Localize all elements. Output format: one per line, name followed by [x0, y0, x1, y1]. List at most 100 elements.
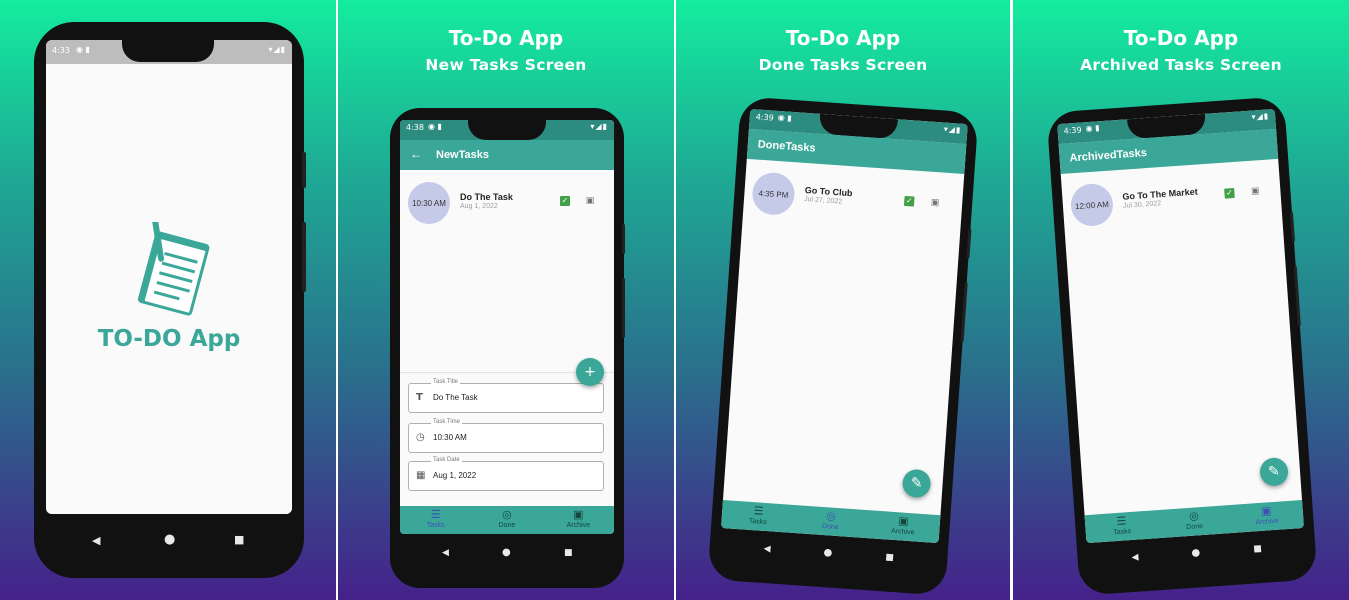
splash-body: TO-DO App: [46, 64, 292, 514]
task-time-label: Task Time: [431, 419, 463, 425]
signal-icons: ▾◢▮: [1251, 111, 1270, 122]
power-button: [966, 228, 972, 259]
add-task-sheet: Task Title T Do The Task Task Time ◷ 10:…: [400, 372, 614, 506]
nav-recents-icon[interactable]: ■: [1253, 544, 1262, 555]
check-circle-icon: ◎: [502, 509, 512, 521]
tab-tasks-label: Tasks: [426, 522, 445, 529]
archive-icon[interactable]: ▣: [585, 196, 595, 206]
nav-back-icon[interactable]: ◀: [763, 544, 771, 554]
panel-archived-tasks: To-Do App Archived Tasks Screen 4:39 ◉ ▮…: [1013, 0, 1349, 600]
volume-button: [1293, 265, 1301, 326]
tab-tasks[interactable]: ☰ Tasks: [400, 506, 471, 529]
tab-tasks-label: Tasks: [748, 517, 768, 527]
tab-tasks-label: Tasks: [1112, 528, 1132, 537]
tab-done-label: Done: [498, 522, 516, 529]
signal-icons: ▾◢▮: [590, 122, 608, 131]
panel-subtitle: Done Tasks Screen: [758, 56, 928, 74]
done-check-icon[interactable]: ✓: [1224, 187, 1235, 199]
tab-archive[interactable]: ▣ Archive: [543, 506, 614, 529]
nav-recents-icon[interactable]: ■: [234, 533, 244, 546]
tab-tasks[interactable]: ☰ Tasks: [721, 500, 795, 528]
task-date: Jul 30, 2022: [1122, 200, 1162, 210]
done-check-icon[interactable]: ✓: [560, 196, 570, 206]
system-nav-bar: ◀ ● ■: [46, 520, 292, 564]
task-date-value[interactable]: Aug 1, 2022: [433, 471, 476, 480]
tab-tasks[interactable]: ☰ Tasks: [1085, 510, 1159, 538]
edit-fab-icon[interactable]: ✎: [901, 468, 932, 499]
volume-button: [622, 278, 625, 338]
back-arrow-icon[interactable]: ←: [410, 147, 422, 161]
task-title-field[interactable]: Task Title T Do The Task: [408, 379, 604, 413]
splash-app-name: TO-DO App: [97, 326, 241, 352]
panel-title: To-Do App: [785, 26, 901, 50]
nav-home-icon[interactable]: ●: [823, 547, 832, 559]
phone-frame: 4:39 ◉ ▮ ▾◢▮ ArchivedTasks 12:00 AM Go T…: [1046, 96, 1318, 596]
edit-fab-icon[interactable]: ✎: [1259, 456, 1289, 487]
status-time: 4:39: [1063, 125, 1082, 136]
task-time-avatar: 10:30 AM: [408, 182, 450, 224]
bottom-nav: ☰ Tasks ◎ Done ▣ Archive: [400, 506, 614, 534]
task-time-field[interactable]: Task Time ◷ 10:30 AM: [408, 419, 604, 453]
phone-screen: 4:38 ◉ ▮ ▾◢▮ ← NewTasks 10:30 AM Do The …: [400, 120, 614, 534]
tab-archive-label: Archive: [566, 522, 590, 529]
tab-archive[interactable]: ▣ Archive: [1230, 500, 1304, 528]
notification-icons: ◉ ▮: [777, 112, 793, 123]
tab-archive-label: Archive: [890, 527, 915, 537]
app-bar-title: DoneTasks: [757, 138, 816, 155]
task-time-avatar: 4:35 PM: [751, 171, 796, 217]
tab-archive[interactable]: ▣ Archive: [866, 510, 940, 538]
camera-notch: [468, 120, 546, 140]
archive-box-icon: ▣: [573, 509, 584, 521]
nav-recents-icon[interactable]: ■: [564, 548, 573, 558]
task-row[interactable]: 12:00 AM Go To The Market Jul 30, 2022 ✓…: [1061, 163, 1283, 242]
notification-icons: ◉ ▮: [1085, 123, 1100, 134]
status-time: 4:33: [52, 46, 70, 55]
panel-splash: 4:33 ◉ ▮ ▾◢▮ TO-DO App ◀ ● ■: [0, 0, 336, 600]
nav-recents-icon[interactable]: ■: [885, 552, 894, 563]
archive-icon[interactable]: ▣: [930, 198, 941, 209]
nav-home-icon[interactable]: ●: [502, 547, 511, 558]
task-date-label: Task Date: [431, 457, 462, 463]
signal-icons: ▾◢▮: [943, 124, 962, 135]
task-title-value[interactable]: Do The Task: [433, 393, 478, 402]
phone-screen: 4:33 ◉ ▮ ▾◢▮ TO-DO App: [46, 40, 292, 514]
nav-back-icon[interactable]: ◀: [442, 548, 449, 558]
tab-done[interactable]: ◎ Done: [471, 506, 542, 529]
app-bar-title: ArchivedTasks: [1069, 146, 1148, 165]
calendar-icon: ▦: [416, 470, 426, 481]
nav-back-icon[interactable]: ◀: [92, 534, 100, 547]
task-row[interactable]: 10:30 AM Do The Task Aug 1, 2022 ✓ ▣: [400, 174, 614, 238]
task-time-value[interactable]: 10:30 AM: [433, 433, 467, 442]
nav-home-icon[interactable]: ●: [164, 532, 175, 547]
menu-icon: ☰: [430, 509, 441, 521]
tab-done-label: Done: [1186, 522, 1204, 532]
phone-frame: 4:38 ◉ ▮ ▾◢▮ ← NewTasks 10:30 AM Do The …: [390, 108, 625, 588]
tab-done[interactable]: ◎ Done: [1157, 505, 1231, 533]
panel-subtitle: New Tasks Screen: [425, 56, 587, 74]
panel-title: To-Do App: [448, 26, 564, 50]
clock-icon: ◷: [416, 432, 425, 443]
archive-icon[interactable]: ▣: [1250, 186, 1261, 197]
system-nav-bar: ◀ ● ■: [400, 536, 614, 574]
app-bar: ← NewTasks: [400, 140, 614, 170]
power-button: [1289, 211, 1296, 243]
phone-screen: 4:39 ◉ ▮ ▾◢▮ DoneTasks 4:35 PM Go To Clu…: [721, 108, 968, 544]
task-date: Aug 1, 2022: [460, 203, 498, 210]
panel-title: To-Do App: [1123, 26, 1239, 50]
done-check-icon[interactable]: ✓: [903, 195, 915, 207]
nav-back-icon[interactable]: ◀: [1131, 553, 1139, 563]
title-icon: T: [416, 392, 423, 403]
tab-archive-label: Archive: [1255, 517, 1280, 527]
nav-home-icon[interactable]: ●: [1191, 547, 1200, 559]
tab-done[interactable]: ◎ Done: [794, 505, 868, 533]
power-button: [302, 152, 306, 188]
add-task-fab-icon[interactable]: +: [576, 358, 604, 386]
notebook-pencil-icon: [137, 222, 210, 316]
notification-icons: ◉ ▮: [428, 122, 442, 131]
task-row[interactable]: 4:35 PM Go To Club Jul 27, 2022 ✓ ▣: [742, 163, 964, 242]
power-button: [622, 224, 625, 254]
phone-screen: 4:39 ◉ ▮ ▾◢▮ ArchivedTasks 12:00 AM Go T…: [1057, 108, 1304, 544]
task-date-field[interactable]: Task Date ▦ Aug 1, 2022: [408, 457, 604, 491]
camera-notch: [122, 40, 214, 62]
volume-button: [302, 222, 306, 292]
